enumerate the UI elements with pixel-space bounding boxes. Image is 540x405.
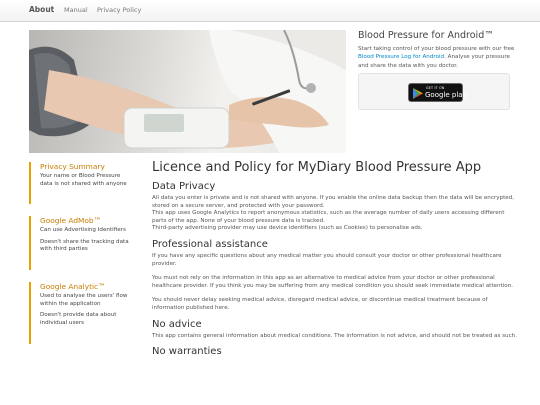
paragraph-text: All data you enter is private and is not…: [152, 195, 515, 209]
policy-content: Licence and Policy for MyDiary Blood Pre…: [152, 160, 520, 357]
sidebar-title: Google Analytic™: [40, 282, 106, 291]
paragraph: You should never delay seeking medical a…: [152, 297, 488, 311]
store-badge-well: GET IT ON Google play: [358, 73, 510, 110]
section-title-data-privacy: Data Privacy: [152, 181, 216, 192]
sidebar-text: Doesn't provide data about individual us…: [40, 312, 117, 326]
hero-photo: [29, 30, 346, 153]
promo-app-link[interactable]: Blood Pressure Log for Android: [358, 54, 444, 60]
promo-title: Blood Pressure for Android™: [358, 30, 494, 41]
section-title-no-advice: No advice: [152, 318, 202, 330]
blood-pressure-photo: [29, 30, 346, 153]
paragraph: If you have any specific questions about…: [152, 252, 502, 267]
paragraph: This app contains general information ab…: [152, 332, 518, 339]
badge-get-it-on: GET IT ON: [426, 86, 445, 90]
sidebar-text: Your name or Blood Pressure data is not …: [40, 173, 127, 187]
sidebar-title: Privacy Summary: [40, 162, 105, 171]
nav-privacy-policy-link[interactable]: Privacy Policy: [97, 6, 141, 14]
sidebar-google-analytics: Google Analytic™ Used to analyse the use…: [29, 282, 133, 344]
paragraph-text: This app uses Google Analytics to report…: [152, 210, 505, 224]
google-play-badge[interactable]: GET IT ON Google play: [408, 83, 467, 102]
promo-text-before: Start taking control of your blood press…: [358, 46, 515, 52]
sidebar-privacy-summary: Privacy Summary Your name or Blood Press…: [29, 162, 133, 204]
section-title-professional-assistance: Professional assistance: [152, 238, 268, 250]
paragraph-text: Third-party advertising provider may use…: [152, 225, 423, 232]
page-title: Licence and Policy for MyDiary Blood Pre…: [152, 160, 482, 175]
sidebar-text: Used to analyse the users' flow within t…: [40, 293, 128, 307]
sidebar-google-admob: Google AdMob™ Can use Advertising Identi…: [29, 216, 133, 270]
section-title-no-warranties: No warranties: [152, 346, 222, 358]
sidebar-text: Doesn't share the tracking data with thi…: [40, 238, 129, 253]
sidebar-text: Can use Advertising Identifiers: [40, 227, 126, 233]
promo-text: Start taking control of your blood press…: [358, 45, 518, 70]
nav-about-link[interactable]: About: [29, 5, 54, 14]
android-promo: Blood Pressure for Android™ Start taking…: [358, 30, 518, 70]
nav-manual-link[interactable]: Manual: [64, 6, 88, 14]
google-play-icon: [413, 88, 423, 99]
top-navbar: About Manual Privacy Policy: [0, 0, 540, 22]
paragraph: You must not rely on the information in …: [152, 275, 514, 289]
paragraph: All data you enter is private and is not…: [152, 195, 520, 233]
sidebar-title: Google AdMob™: [40, 216, 102, 225]
badge-google-play: Google play: [425, 91, 467, 99]
